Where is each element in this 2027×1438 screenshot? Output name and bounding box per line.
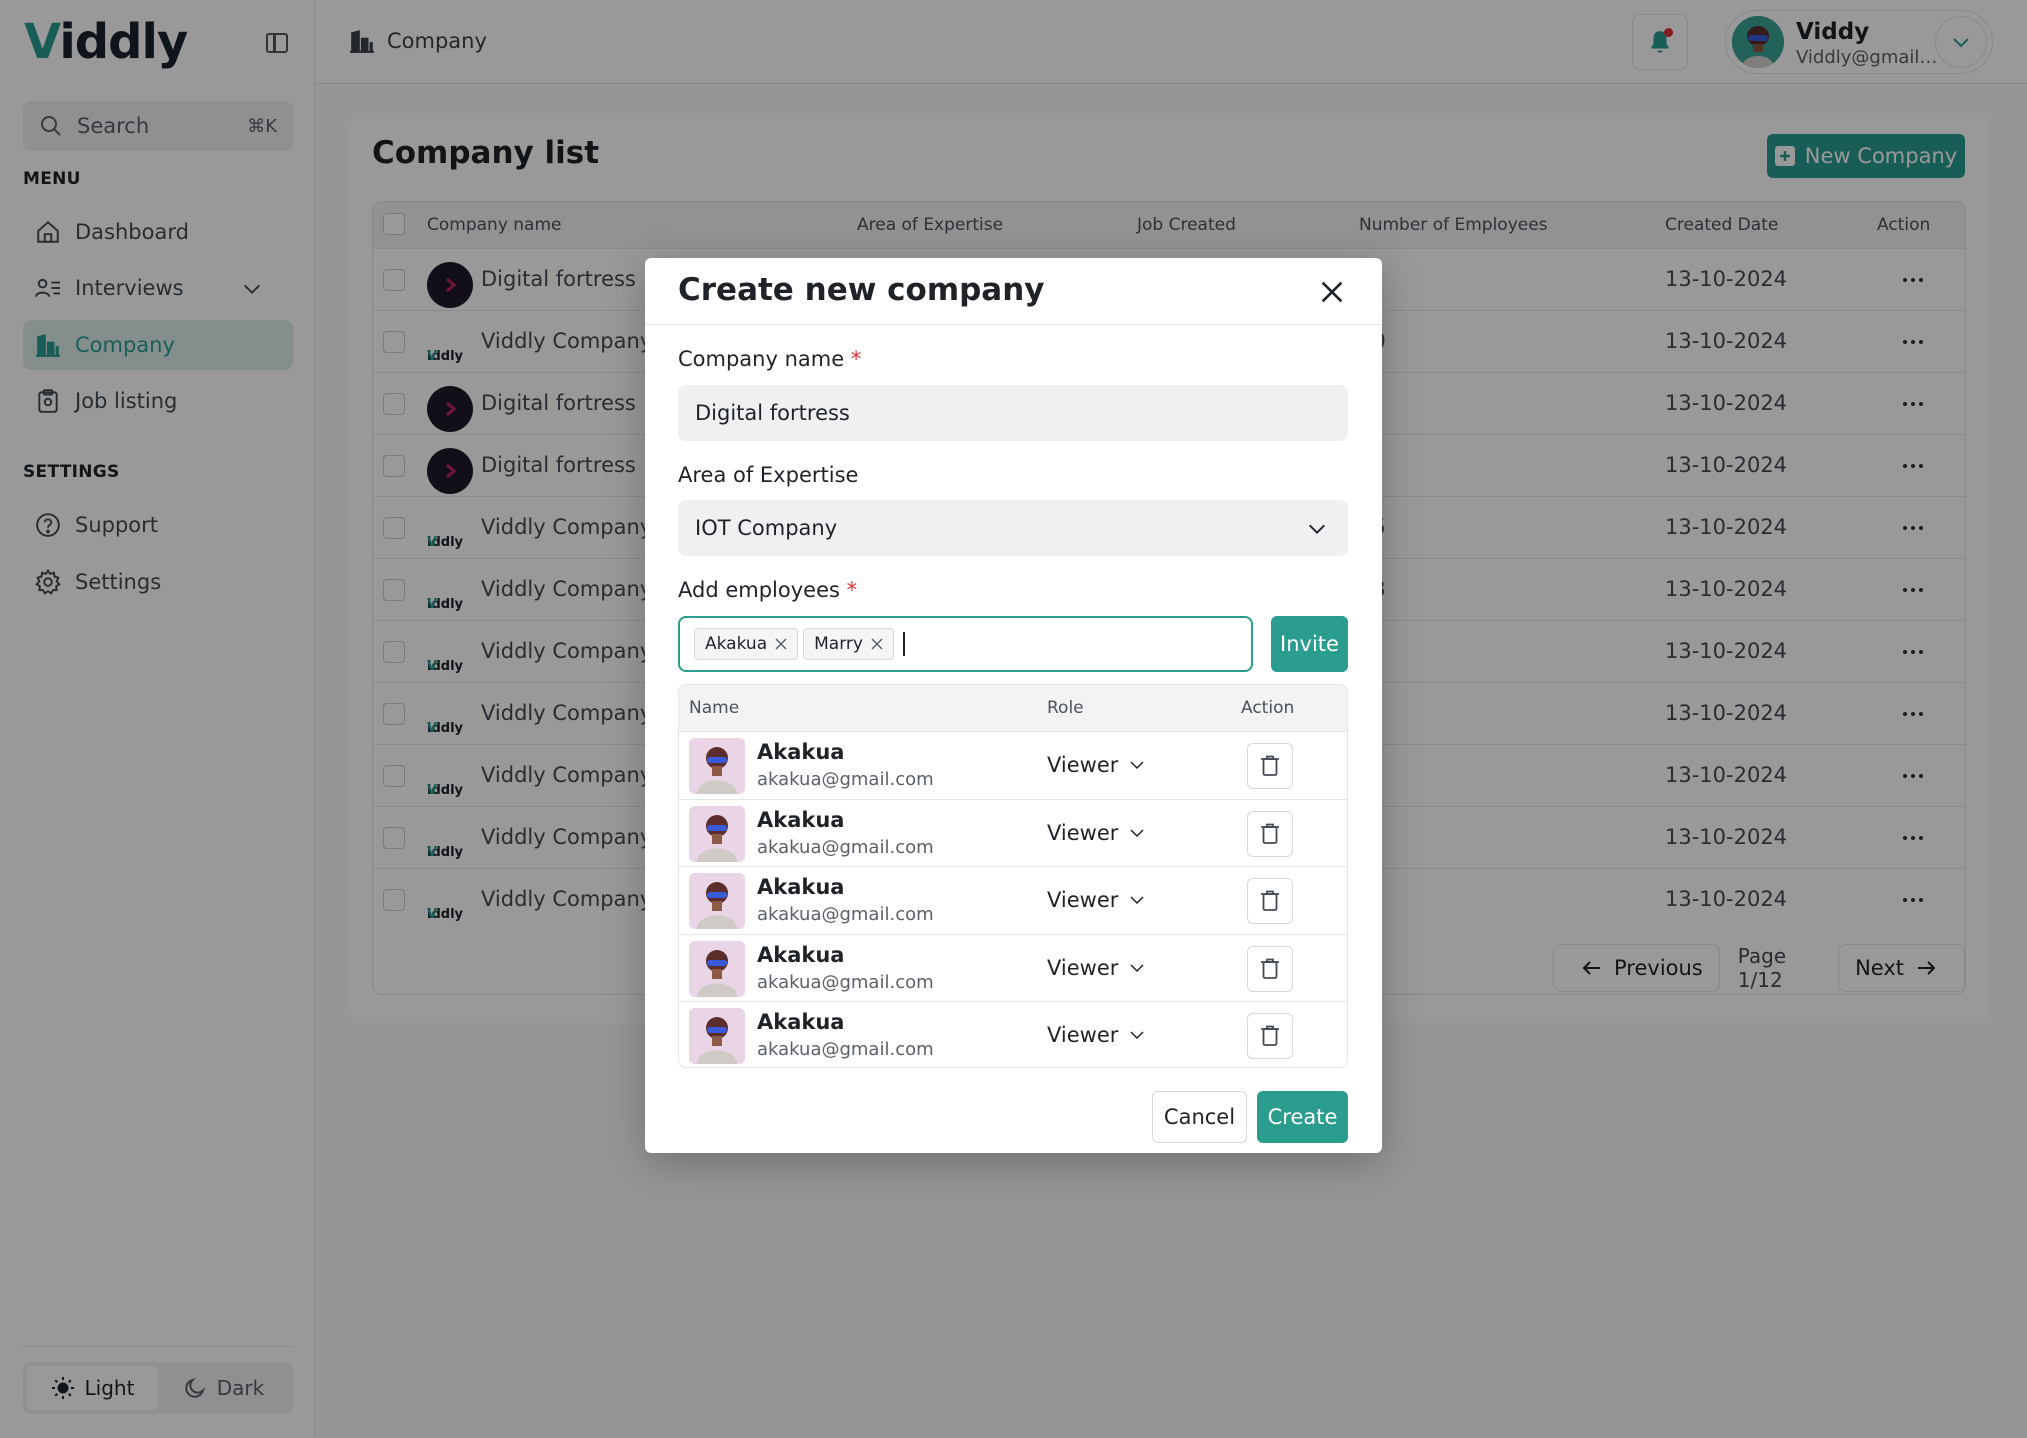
expertise-label: Area of Expertise [678, 463, 859, 487]
avatar [689, 873, 745, 930]
employee-table: Name Role Action Akakua akakua@gmail.com V… [678, 684, 1348, 1068]
delete-employee-button[interactable] [1247, 878, 1293, 925]
expertise-value: IOT Company [695, 516, 838, 540]
employee-email: akakua@gmail.com [757, 769, 934, 790]
required-mark: * [846, 578, 858, 602]
role-value: Viewer [1047, 1023, 1119, 1048]
company-name-label-text: Company name [678, 347, 845, 371]
chevron-down-icon [1130, 761, 1144, 770]
employee-row: Akakua akakua@gmail.com Viewer [679, 866, 1347, 934]
role-select[interactable]: Viewer [1047, 1023, 1146, 1047]
create-button[interactable]: Create [1257, 1091, 1348, 1143]
role-value: Viewer [1047, 820, 1119, 845]
delete-employee-button[interactable] [1247, 810, 1293, 857]
employee-name: Akakua [757, 875, 845, 900]
avatar [689, 940, 745, 997]
role-value: Viewer [1047, 888, 1119, 913]
role-select[interactable]: Viewer [1047, 956, 1146, 980]
column-header: Name [689, 698, 740, 718]
employee-table-header: Name Role Action [679, 685, 1347, 731]
employee-row: Akakua akakua@gmail.com Viewer [679, 1001, 1347, 1067]
tag-label: Akakua [705, 634, 768, 654]
close-icon[interactable] [775, 638, 787, 650]
employee-row: Akakua akakua@gmail.com Viewer [679, 933, 1347, 1002]
employee-name: Akakua [757, 1010, 845, 1035]
employee-tag: Akakua [694, 628, 799, 660]
invite-button[interactable]: Invite [1271, 616, 1348, 672]
modal-divider [645, 324, 1382, 325]
company-name-label: Company name * [678, 347, 861, 371]
avatar [689, 738, 745, 794]
add-employees-label: Add employees * [678, 578, 857, 602]
chevron-down-icon [1130, 896, 1144, 905]
chevron-down-icon [1130, 1031, 1144, 1040]
employee-email: akakua@gmail.com [757, 1039, 934, 1061]
role-select[interactable]: Viewer [1047, 888, 1146, 912]
trash-icon [1261, 890, 1279, 912]
employee-tags-input[interactable]: Akakua Marry [678, 616, 1253, 672]
column-header: Role [1047, 698, 1084, 718]
chevron-down-icon [1130, 829, 1144, 837]
avatar [689, 805, 745, 862]
chevron-down-icon [1309, 524, 1325, 534]
role-select[interactable]: Viewer [1047, 753, 1146, 777]
delete-employee-button[interactable] [1247, 743, 1293, 789]
chevron-down-icon [1130, 964, 1144, 972]
employee-name: Akakua [757, 740, 845, 764]
trash-icon [1261, 1025, 1279, 1047]
company-name-input[interactable]: Digital fortress [678, 385, 1348, 441]
role-value: Viewer [1047, 753, 1119, 777]
employee-name: Akakua [757, 942, 845, 967]
tag-label: Marry [814, 634, 863, 654]
role-select[interactable]: Viewer [1047, 821, 1146, 845]
avatar [689, 1008, 745, 1065]
column-header: Action [1241, 698, 1295, 718]
close-icon[interactable] [1318, 278, 1346, 306]
add-employees-label-text: Add employees [678, 578, 840, 602]
company-name-value: Digital fortress [695, 401, 850, 425]
employee-tag: Marry [803, 628, 894, 660]
trash-icon [1261, 958, 1279, 979]
employee-email: akakua@gmail.com [757, 836, 934, 858]
expertise-select[interactable]: IOT Company [678, 500, 1348, 556]
delete-employee-button[interactable] [1247, 1013, 1293, 1060]
employee-name: Akakua [757, 807, 845, 832]
required-mark: * [850, 347, 862, 371]
delete-employee-button[interactable] [1247, 945, 1293, 992]
cancel-button[interactable]: Cancel [1152, 1091, 1247, 1143]
text-caret [902, 632, 905, 656]
employee-email: akakua@gmail.com [757, 904, 934, 926]
trash-icon [1261, 823, 1279, 844]
trash-icon [1261, 755, 1279, 776]
employee-email: akakua@gmail.com [757, 971, 934, 993]
employee-row: Akakua akakua@gmail.com Viewer [679, 731, 1347, 799]
modal-title: Create new company [678, 272, 1045, 308]
create-company-modal: Create new company Company name * Digita… [645, 258, 1382, 1153]
role-value: Viewer [1047, 955, 1119, 980]
employee-row: Akakua akakua@gmail.com Viewer [679, 798, 1347, 867]
close-icon[interactable] [871, 638, 883, 650]
